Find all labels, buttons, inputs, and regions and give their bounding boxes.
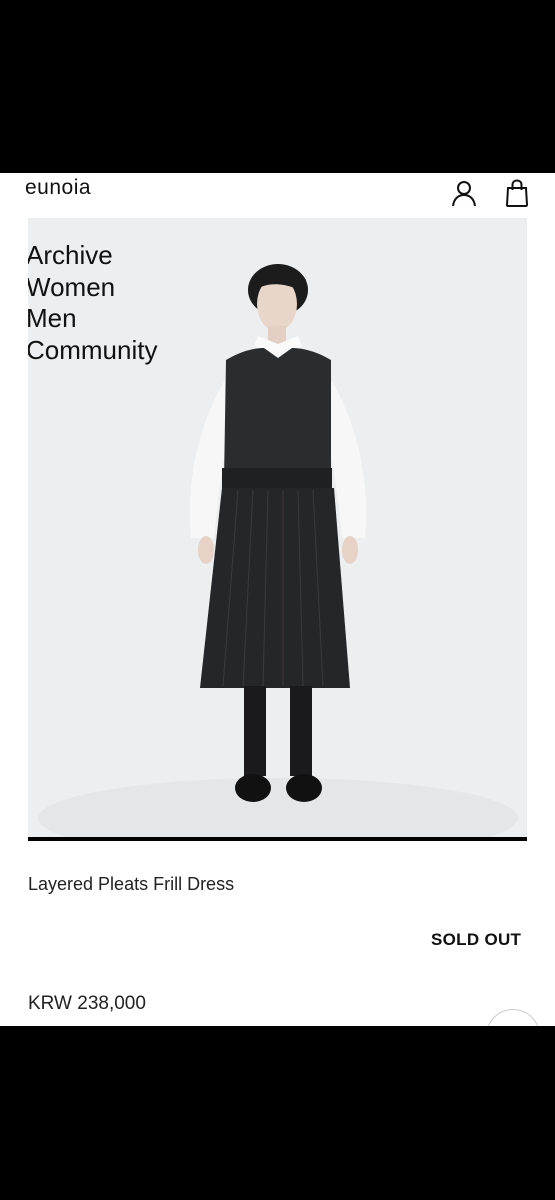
sold-out-badge: SOLD OUT (431, 930, 522, 949)
image-divider (28, 837, 527, 841)
main-menu: Archive Women Men Community (28, 240, 157, 366)
menu-item-men[interactable]: Men (28, 303, 157, 335)
product-name[interactable]: Layered Pleats Frill Dress (28, 874, 234, 895)
user-icon[interactable] (450, 179, 478, 207)
shopping-bag-icon[interactable] (503, 179, 531, 207)
menu-item-community[interactable]: Community (28, 335, 157, 367)
menu-item-women[interactable]: Women (28, 272, 157, 304)
product-image[interactable]: Archive Women Men Community (28, 218, 527, 838)
brand-logo[interactable]: eunoia (25, 176, 91, 200)
menu-item-archive[interactable]: Archive (28, 240, 157, 272)
floating-action-button[interactable] (486, 1009, 540, 1026)
product-price: KRW 238,000 (28, 993, 146, 1014)
page: eunoia Archive Women Men Community Layer… (0, 173, 555, 1026)
